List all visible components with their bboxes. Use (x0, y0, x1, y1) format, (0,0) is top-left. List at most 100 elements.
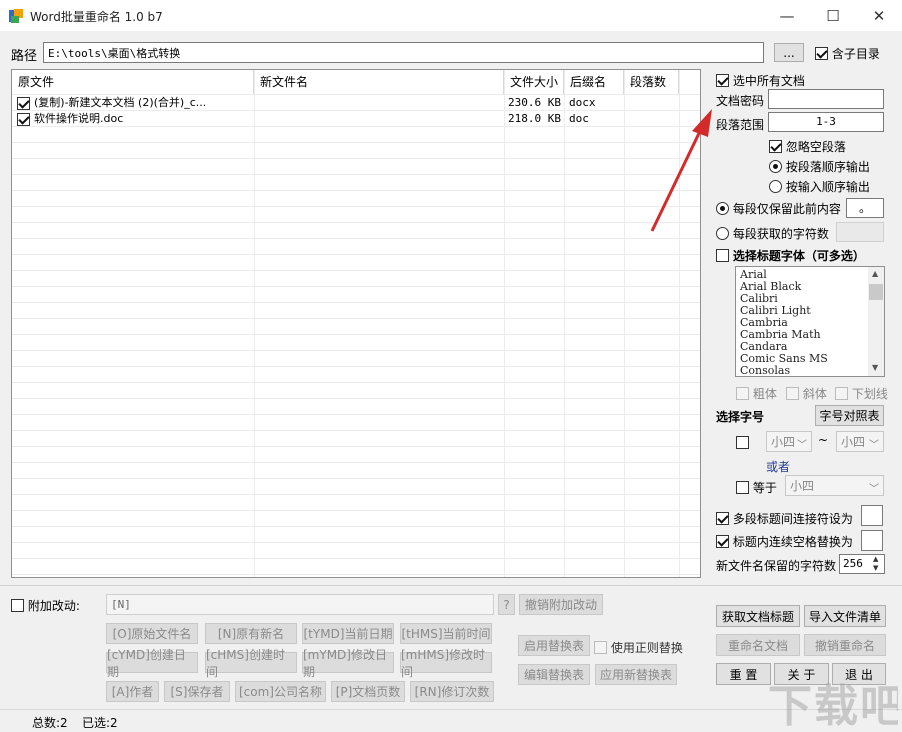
font-list-item[interactable]: Consolas (740, 364, 790, 377)
chevron-down-icon: ﹀ (869, 480, 879, 495)
tag-button[interactable]: [tHMS]当前时间 (400, 623, 492, 644)
char-count-input[interactable] (836, 222, 884, 242)
equal-checkbox[interactable]: 等于 (736, 479, 777, 496)
import-list-button[interactable]: 导入文件清单 (804, 605, 886, 627)
by-input-radio[interactable]: 按输入顺序输出 (769, 178, 870, 195)
minimize-button[interactable]: — (764, 0, 810, 31)
table-col-line (504, 70, 505, 578)
maximize-button[interactable]: ☐ (810, 0, 856, 31)
append-checkbox[interactable]: 附加改动: (11, 597, 80, 614)
tag-button[interactable]: [mHMS]修改时间 (400, 652, 492, 673)
tag-button[interactable]: [com]公司名称 (235, 681, 326, 702)
tag-button[interactable]: [P]文档页数 (331, 681, 405, 702)
table-row-line (12, 270, 700, 271)
scroll-down-icon[interactable]: ▼ (872, 363, 878, 372)
size-table-button[interactable]: 字号对照表 (815, 405, 884, 426)
multi-join-checkbox[interactable]: 多段标题间连接符设为 (716, 510, 853, 527)
table-row-line (12, 158, 700, 159)
select-all-checkbox[interactable]: 选中所有文档 (716, 72, 805, 89)
table-row-line (12, 206, 700, 207)
tag-button[interactable]: [RN]修订次数 (410, 681, 494, 702)
by-paragraph-radio[interactable]: 按段落顺序输出 (769, 158, 870, 175)
edit-replace-button[interactable]: 编辑替换表 (518, 664, 590, 685)
undo-append-button[interactable]: 撤销附加改动 (519, 594, 603, 615)
col-header-new-name[interactable]: 新文件名 (254, 70, 504, 94)
italic-checkbox[interactable]: 斜体 (786, 385, 827, 402)
bold-checkbox[interactable]: 粗体 (736, 385, 777, 402)
scroll-thumb[interactable] (869, 284, 883, 300)
tag-button[interactable]: [cYMD]创建日期 (106, 652, 198, 673)
ignore-empty-checkbox[interactable]: 忽略空段落 (769, 138, 846, 155)
title-font-checkbox[interactable]: 选择标题字体（可多选） (716, 247, 865, 264)
table-cell-original: (复制)-新建文本文档 (2)(合并)_c... (34, 95, 254, 111)
scroll-up-icon[interactable]: ▲ (872, 269, 878, 278)
enable-replace-button[interactable]: 启用替换表 (518, 635, 590, 656)
divider (0, 585, 902, 586)
append-input[interactable]: [N] (106, 594, 494, 615)
max-chars-label: 新文件名保留的字符数 (716, 557, 836, 574)
keep-before-label: 每段仅保留此前内容 (733, 202, 841, 216)
rename-button[interactable]: 重命名文档 (716, 634, 800, 656)
underline-checkbox[interactable]: 下划线 (835, 385, 888, 402)
range-input[interactable]: 1-3 (768, 112, 884, 132)
space-replace-checkbox[interactable]: 标题内连续空格替换为 (716, 533, 853, 550)
equal-select[interactable]: 小四 ﹀ (785, 475, 884, 496)
tag-button[interactable]: [tYMD]当前日期 (302, 623, 394, 644)
path-input[interactable]: E:\tools\桌面\格式转换 (43, 42, 764, 63)
col-header-paragraphs[interactable]: 段落数 (624, 70, 679, 94)
include-subdirs-check[interactable] (815, 47, 828, 60)
table-row-line (12, 254, 700, 255)
tag-button[interactable]: [S]保存者 (164, 681, 230, 702)
font-list[interactable]: Arial Arial Black Calibri Calibri Light … (735, 266, 885, 377)
close-button[interactable]: ✕ (856, 0, 902, 31)
size-from-select[interactable]: 小四 ﹀ (766, 431, 812, 452)
col-header-original[interactable]: 原文件 (12, 70, 254, 94)
table-row-line (12, 558, 700, 559)
help-button[interactable]: ? (498, 594, 515, 615)
underline-label: 下划线 (852, 387, 888, 401)
table-row-line (12, 398, 700, 399)
browse-button[interactable]: ... (774, 43, 804, 62)
keep-before-input[interactable]: 。 (846, 198, 884, 218)
annotation-arrow-icon (640, 105, 720, 240)
equal-value: 小四 (790, 477, 814, 494)
char-count-radio[interactable]: 每段获取的字符数 (716, 225, 829, 242)
get-title-button[interactable]: 获取文档标题 (716, 605, 800, 627)
use-regex-checkbox[interactable]: 使用正则替换 (594, 639, 683, 656)
include-subdirs-label: 含子目录 (832, 47, 880, 61)
multi-join-input[interactable] (861, 505, 883, 526)
space-replace-input[interactable] (861, 530, 883, 551)
status-selected: 已选:2 (82, 714, 118, 731)
table-row-line (12, 190, 700, 191)
table-row-line (12, 510, 700, 511)
font-list-scrollbar[interactable]: ▲ ▼ (868, 267, 884, 376)
max-chars-spinner[interactable]: 256 ▲▼ (839, 554, 885, 574)
tag-button[interactable]: [N]原有新名 (205, 623, 297, 644)
append-label: 附加改动: (28, 599, 80, 613)
spin-arrows-icon[interactable]: ▲▼ (873, 555, 878, 573)
apply-replace-button[interactable]: 应用新替换表 (595, 664, 677, 685)
row-checkbox[interactable] (17, 95, 30, 111)
title-font-label: 选择标题字体（可多选） (733, 249, 865, 263)
tag-button[interactable]: [mYMD]修改日期 (302, 652, 394, 673)
undo-rename-button[interactable]: 撤销重命名 (804, 634, 886, 656)
size-range-checkbox[interactable] (736, 435, 749, 449)
char-count-label: 每段获取的字符数 (733, 227, 829, 241)
size-to-select[interactable]: 小四 ﹀ (836, 431, 884, 452)
reset-button[interactable]: 重 置 (716, 663, 771, 685)
chevron-down-icon: ﹀ (797, 436, 807, 451)
font-size-label: 选择字号 (716, 408, 764, 425)
by-paragraph-label: 按段落顺序输出 (786, 160, 870, 174)
password-input[interactable] (768, 89, 884, 109)
col-header-size[interactable]: 文件大小 (504, 70, 564, 94)
tag-button[interactable]: [A]作者 (106, 681, 159, 702)
keep-before-radio[interactable]: 每段仅保留此前内容 (716, 200, 841, 217)
file-table[interactable]: 原文件 新文件名 文件大小 后缀名 段落数 (复制)-新建文本文档 (2)(合并… (11, 69, 701, 578)
tag-button[interactable]: [cHMS]创建时间 (205, 652, 297, 673)
size-to-value: 小四 (841, 433, 865, 450)
col-header-ext[interactable]: 后缀名 (564, 70, 624, 94)
app-icon (8, 8, 24, 24)
row-checkbox[interactable] (17, 111, 30, 127)
include-subdirs-checkbox[interactable]: 含子目录 (815, 45, 880, 62)
tag-button[interactable]: [O]原始文件名 (106, 623, 198, 644)
